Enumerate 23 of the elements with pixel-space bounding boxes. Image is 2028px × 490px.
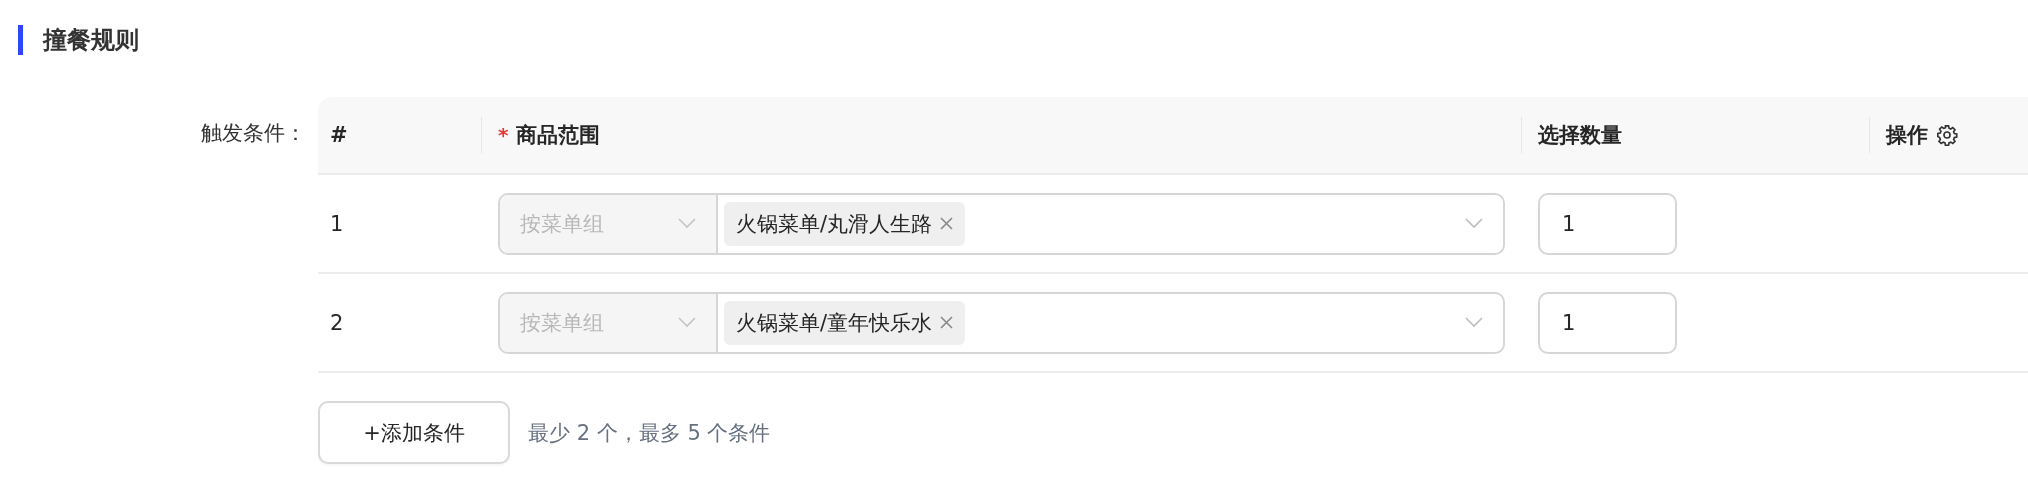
settings-icon[interactable]	[1936, 124, 1958, 146]
column-header: 选择数量	[1538, 122, 1622, 149]
chevron-down-icon	[1465, 218, 1483, 229]
chevron-down-icon	[678, 218, 696, 229]
field-label: 触发条件：	[200, 120, 307, 147]
close-icon[interactable]	[940, 217, 954, 230]
column-header: #	[330, 123, 348, 147]
selected-tag[interactable]: 火锅菜单/丸滑人生路	[724, 201, 966, 246]
add-condition-button[interactable]: +添加条件	[318, 401, 510, 464]
chevron-down-icon	[1465, 317, 1483, 328]
required-mark: *	[498, 123, 509, 147]
selected-tag[interactable]: 火锅菜单/童年快乐水	[724, 300, 966, 345]
column-header: 商品范围	[516, 122, 601, 149]
section-accent-bar	[18, 25, 23, 55]
row-index: 2	[329, 310, 345, 335]
section-title: 撞餐规则	[43, 25, 139, 56]
hint-text: 最少 2 个，最多 5 个条件	[528, 419, 771, 447]
column-header: 操作	[1886, 122, 1928, 149]
chevron-down-icon	[678, 317, 696, 328]
row-index: 1	[329, 211, 345, 236]
close-icon[interactable]	[940, 316, 954, 329]
quantity-input[interactable]: 1	[1538, 291, 1677, 354]
quantity-input[interactable]: 1	[1538, 192, 1677, 255]
